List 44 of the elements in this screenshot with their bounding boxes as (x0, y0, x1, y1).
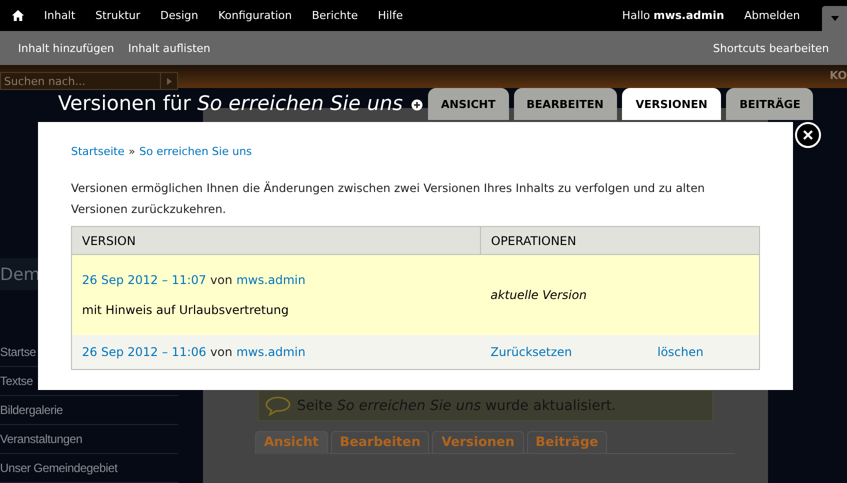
logout-link[interactable]: Abmelden (734, 9, 810, 22)
close-icon[interactable] (795, 122, 821, 148)
operation-link[interactable]: löschen (657, 345, 704, 359)
search-field[interactable]: Suchen nach... (0, 72, 161, 90)
sidebar-item[interactable]: Unser Gemeindegebiet (0, 454, 178, 483)
breadcrumb-separator: » (128, 145, 136, 158)
go-icon (166, 78, 172, 84)
shortcut-link[interactable]: Inhalt hinzufügen (11, 42, 122, 54)
greeting-text: Hallo mws.admin (621, 9, 726, 22)
shortcut-link[interactable]: Inhalt auflisten (121, 42, 218, 54)
overlay-tab[interactable]: BEARBEITEN (514, 88, 617, 120)
caret-icon (830, 16, 838, 21)
description-text: Versionen ermöglichen Ihnen die Änderungen zwischen zwei Versionen Ihres Inhalts zu verfolgen und zu alten Versionen zurückzukehren. (71, 180, 706, 218)
column-header: OPERATIONEN (480, 226, 760, 254)
operation-link[interactable]: Zurücksetzen (490, 345, 572, 359)
edit-shortcuts-link[interactable]: Shortcuts bearbeiten (706, 42, 836, 54)
toolbar-link[interactable]: Konfiguration (208, 9, 302, 22)
column-header: VERSION (72, 226, 480, 254)
current-version-text: aktuelle Version (490, 288, 587, 302)
search-button[interactable] (161, 72, 178, 90)
overlay-tab[interactable]: VERSIONEN (622, 88, 722, 120)
revision-note: mit Hinweis auf Urlaubsvertretung (82, 303, 290, 317)
breadcrumb-link[interactable]: So erreichen Sie uns (139, 145, 252, 158)
breadcrumb-link[interactable]: Startseite (71, 145, 125, 158)
overlay-title: Versionen für So erreichen Sie uns (58, 91, 403, 115)
speech-bubble-icon (265, 396, 291, 416)
author-link[interactable]: mws.admin (236, 273, 306, 287)
by-text: von (210, 273, 232, 287)
shortcuts-toggle[interactable] (822, 6, 847, 31)
overlay-tab[interactable]: BEITRÄGE (726, 88, 814, 120)
revision-date-link[interactable]: 26 Sep 2012 – 11:06 (82, 345, 206, 359)
home-icon[interactable] (12, 10, 24, 21)
sidebar-item[interactable]: Veranstaltungen (0, 425, 178, 454)
toolbar-link[interactable]: Design (150, 9, 208, 22)
overlay-tab[interactable]: ANSICHT (428, 88, 509, 120)
toolbar-link[interactable]: Hilfe (368, 9, 413, 22)
by-text: von (210, 345, 232, 359)
toolbar-link[interactable]: Struktur (85, 9, 150, 22)
add-shortcut-icon[interactable] (410, 99, 423, 111)
header-text: KO (830, 69, 847, 82)
toolbar-link[interactable]: Berichte (302, 9, 368, 22)
toolbar-link[interactable]: Inhalt (34, 9, 86, 22)
author-link[interactable]: mws.admin (236, 345, 306, 359)
sidebar-item[interactable]: Bildergalerie (0, 396, 178, 425)
